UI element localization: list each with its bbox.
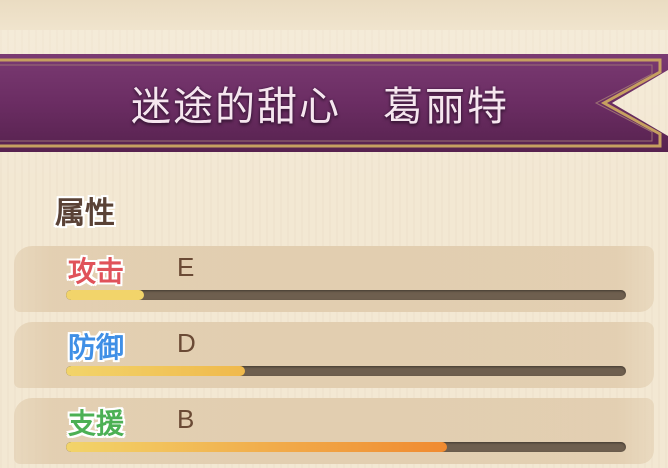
character-name: 迷途的甜心 葛丽特 — [131, 84, 509, 130]
stat-bar-fill-defense — [66, 366, 246, 376]
top-strip — [0, 0, 668, 30]
stat-label-support: 支援 — [68, 407, 125, 440]
stat-label-defense: 防御 — [68, 331, 125, 364]
stat-label-attack: 攻击 — [68, 255, 125, 288]
character-name-banner: 迷途的甜心 葛丽特 — [0, 50, 668, 156]
stat-bar-defense — [66, 366, 626, 376]
stat-grade-defense: D — [177, 328, 196, 358]
stat-grade-support: B — [177, 404, 195, 434]
stat-bar-fill-support — [66, 442, 447, 452]
attributes-heading: 属性 — [55, 196, 115, 231]
stat-bar-fill-attack — [66, 290, 145, 300]
stat-row-attack: 攻击 E — [0, 246, 668, 316]
stat-row-support: 支援 B — [0, 398, 668, 468]
stat-bar-attack — [66, 290, 626, 300]
stat-row-defense: 防御 D — [0, 322, 668, 392]
stat-bar-support — [66, 442, 626, 452]
stat-grade-attack: E — [177, 252, 195, 282]
